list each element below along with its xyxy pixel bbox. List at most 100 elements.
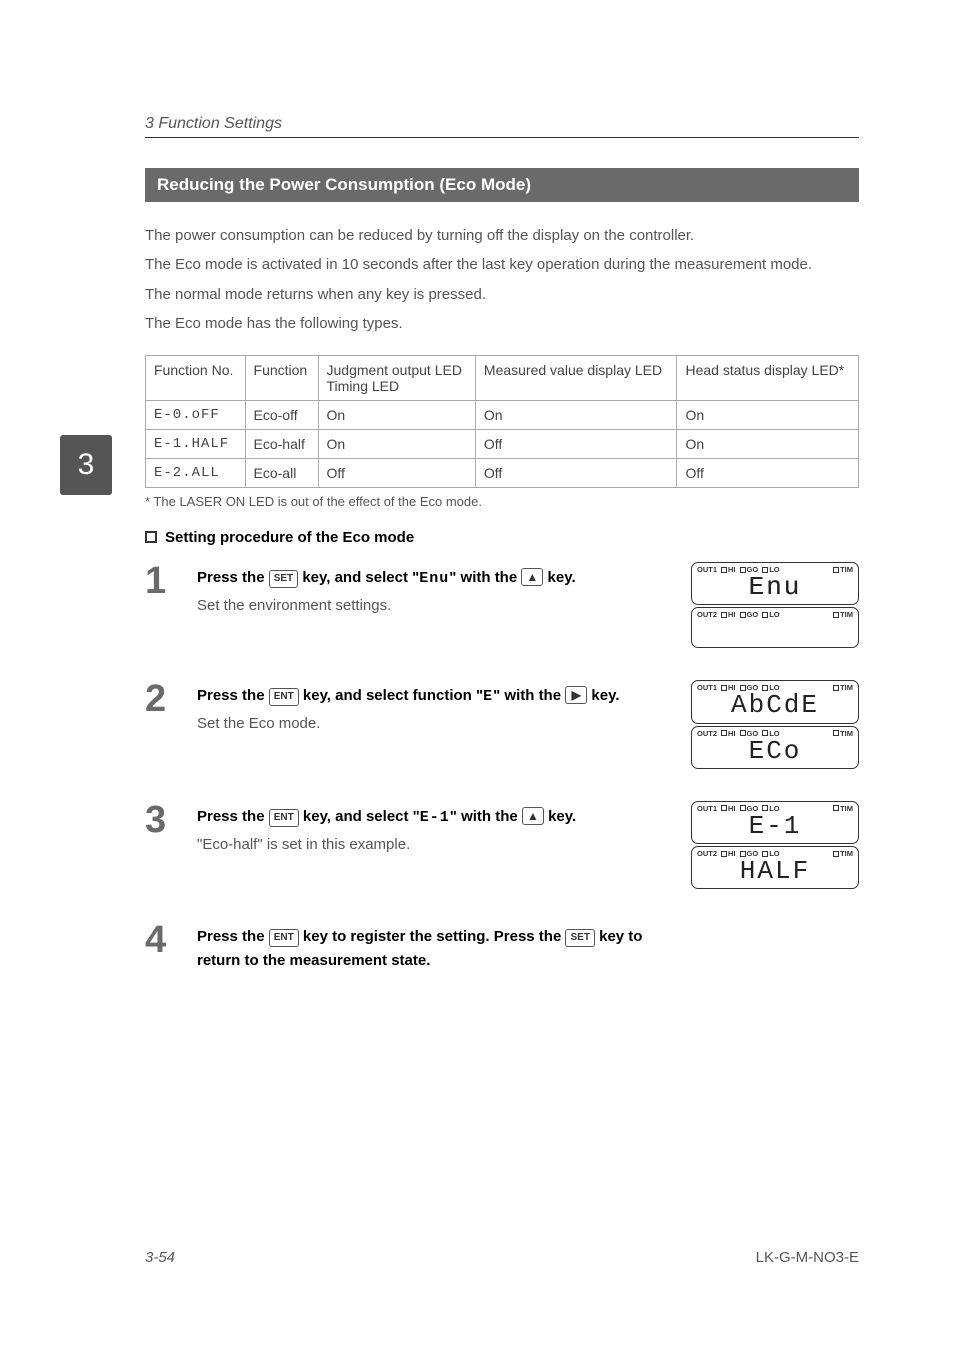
lcd-out-label: OUT1 (697, 565, 717, 574)
sub-heading-text: Setting procedure of the Eco mode (165, 529, 414, 546)
l: TIM (840, 565, 853, 574)
lcd-out-label: OUT2 (697, 849, 717, 858)
step-3: 3 Press the ENT key, and select "E-1" wi… (145, 801, 859, 892)
up-arrow-key: ▲ (521, 568, 543, 586)
th-func-no: Function No. (146, 356, 246, 401)
square-bullet-icon (145, 531, 157, 543)
l: HI (728, 804, 736, 813)
right-arrow-key: ▶ (565, 686, 587, 704)
t: key. (543, 569, 575, 586)
cell: On (475, 401, 677, 430)
l: TIM (840, 683, 853, 692)
l: LO (769, 610, 779, 619)
l: TIM (840, 729, 853, 738)
cell: Eco-all (245, 459, 318, 488)
page-footer: 3-54 LK-G-M-NO3-E (145, 1249, 859, 1266)
lcd-display: OUT1 HI GO LO TIM AbCdE OUT2 HI GO LO TI… (691, 680, 859, 771)
step-number: 4 (145, 921, 179, 959)
lcd-out1: OUT1 HI GO LO TIM E-1 (691, 801, 859, 844)
doc-id: LK-G-M-NO3-E (756, 1249, 859, 1266)
lcd-out-label: OUT2 (697, 610, 717, 619)
cell: Eco-off (245, 401, 318, 430)
step-title: Press the ENT key, and select "E-1" with… (197, 805, 673, 830)
intro-p3: The normal mode returns when any key is … (145, 283, 859, 306)
th-measured: Measured value display LED (475, 356, 677, 401)
intro-p4: The Eco mode has the following types. (145, 312, 859, 335)
lcd-out1: OUT1 HI GO LO TIM AbCdE (691, 680, 859, 723)
th-function: Function (245, 356, 318, 401)
cell: E-2.ALL (146, 459, 246, 488)
section-title: Reducing the Power Consumption (Eco Mode… (145, 168, 859, 202)
up-arrow-key: ▲ (522, 807, 544, 825)
step-title: Press the SET key, and select "Enu" with… (197, 566, 673, 591)
cell: E-1.HALF (146, 430, 246, 459)
l: HI (728, 610, 736, 619)
lcd-segment: E-1 (692, 813, 858, 843)
code: E-1 (420, 809, 450, 826)
table-row: E-2.ALL Eco-all Off Off Off (146, 459, 859, 488)
t: key to register the setting. Press the (299, 928, 566, 945)
step-1: 1 Press the SET key, and select "Enu" wi… (145, 562, 859, 650)
step-desc: Set the Eco mode. (197, 713, 673, 736)
cell: Off (677, 459, 859, 488)
t: Press the (197, 928, 269, 945)
cell: On (318, 401, 475, 430)
t: Press the (197, 569, 269, 586)
step-title: Press the ENT key to register the settin… (197, 925, 673, 973)
page-content: 3 Function Settings Reducing the Power C… (0, 0, 954, 973)
lcd-out2: OUT2 HI GO LO TIM (691, 607, 859, 648)
l: TIM (840, 804, 853, 813)
l: TIM (840, 849, 853, 858)
step-title: Press the ENT key, and select function "… (197, 684, 673, 709)
l: HI (728, 729, 736, 738)
cell: On (677, 401, 859, 430)
cell: E-0.oFF (146, 401, 246, 430)
code: Enu (419, 570, 449, 587)
lcd-out-label: OUT2 (697, 729, 717, 738)
cell: Off (475, 430, 677, 459)
t: key. (587, 687, 619, 704)
lcd-segment: AbCdE (692, 692, 858, 722)
step-body: Press the SET key, and select "Enu" with… (197, 562, 673, 618)
lcd-segment (692, 619, 858, 647)
ent-key: ENT (269, 929, 299, 947)
ent-key: ENT (269, 809, 299, 827)
t: Press the (197, 808, 269, 825)
lcd-segment: ECo (692, 738, 858, 768)
lcd-segment: Enu (692, 574, 858, 604)
t: key, and select function " (299, 687, 483, 704)
lcd-display: OUT1 HI GO LO TIM Enu OUT2 HI GO LO TIM (691, 562, 859, 650)
eco-mode-table: Function No. Function Judgment output LE… (145, 355, 859, 488)
cell: Eco-half (245, 430, 318, 459)
th-judgment: Judgment output LED Timing LED (318, 356, 475, 401)
step-2: 2 Press the ENT key, and select function… (145, 680, 859, 771)
th-head-status: Head status display LED* (677, 356, 859, 401)
t: key, and select " (299, 808, 420, 825)
t: Press the (197, 687, 269, 704)
lcd-labels: OUT2 HI GO LO TIM (692, 608, 858, 619)
step-number: 3 (145, 801, 179, 839)
table-footnote: * The LASER ON LED is out of the effect … (145, 494, 859, 509)
table-row: E-0.oFF Eco-off On On On (146, 401, 859, 430)
set-key: SET (269, 570, 298, 588)
sub-heading: Setting procedure of the Eco mode (145, 529, 859, 546)
t: " with the (449, 569, 521, 586)
lcd-segment: HALF (692, 858, 858, 888)
step-desc: "Eco-half" is set in this example. (197, 834, 673, 857)
lcd-out-label: OUT1 (697, 683, 717, 692)
l: GO (747, 610, 759, 619)
step-body: Press the ENT key, and select "E-1" with… (197, 801, 673, 857)
intro-p2: The Eco mode is activated in 10 seconds … (145, 253, 859, 276)
page-number: 3-54 (145, 1249, 175, 1266)
ent-key: ENT (269, 688, 299, 706)
chapter-heading: 3 Function Settings (145, 115, 859, 138)
cell: On (677, 430, 859, 459)
t: " with the (493, 687, 565, 704)
step-number: 1 (145, 562, 179, 600)
set-key: SET (565, 929, 594, 947)
l: TIM (840, 610, 853, 619)
lcd-display: OUT1 HI GO LO TIM E-1 OUT2 HI GO LO TIM (691, 801, 859, 892)
lcd-out2: OUT2 HI GO LO TIM HALF (691, 846, 859, 889)
intro-p1: The power consumption can be reduced by … (145, 224, 859, 247)
step-desc: Set the environment settings. (197, 595, 673, 618)
